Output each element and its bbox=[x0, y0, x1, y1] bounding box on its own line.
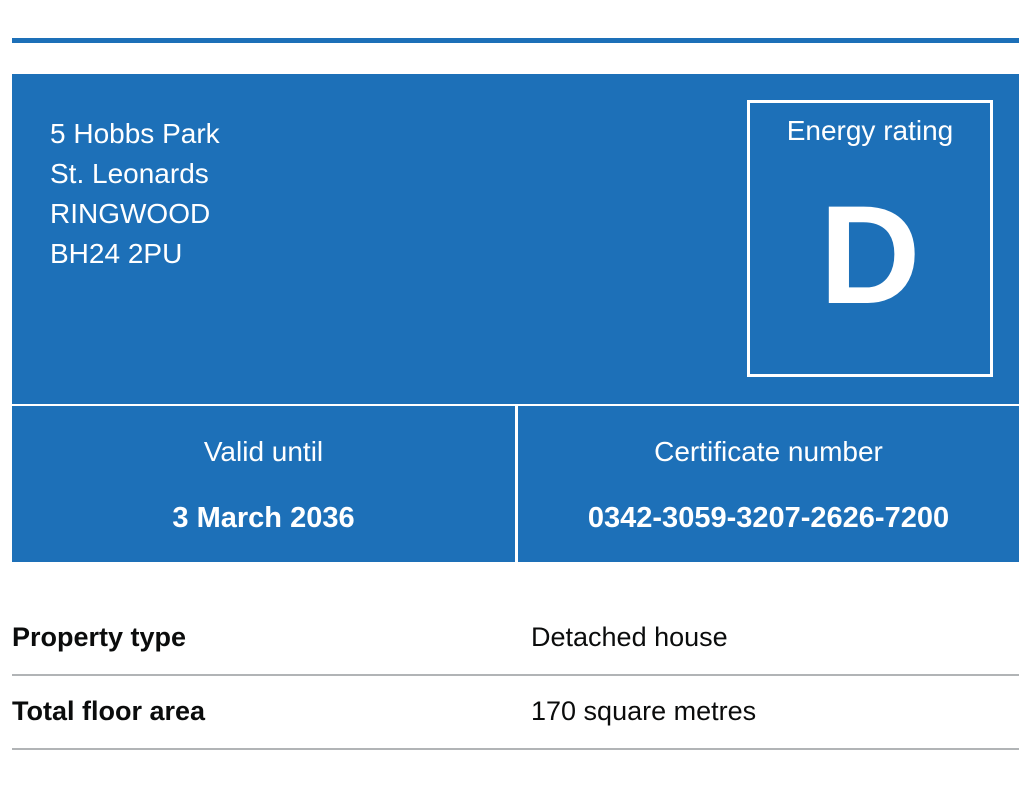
summary-row-property-type: Property type Detached house bbox=[12, 602, 1019, 676]
certificate-number-value: 0342-3059-3207-2626-7200 bbox=[587, 502, 950, 534]
certificate-number-label: Certificate number bbox=[654, 436, 883, 467]
energy-rating-box: Energy rating D bbox=[747, 100, 993, 377]
summary-row-floor-area: Total floor area 170 square metres bbox=[12, 676, 1019, 750]
address-town: RINGWOOD bbox=[50, 198, 211, 229]
energy-rating-label: Energy rating bbox=[786, 115, 954, 146]
valid-until-label: Valid until bbox=[203, 436, 324, 467]
certificate-number-panel: Certificate number 0342-3059-3207-2626-7… bbox=[518, 406, 1019, 562]
top-divider bbox=[12, 38, 1019, 43]
summary-key: Total floor area bbox=[12, 696, 206, 726]
address-postcode: BH24 2PU bbox=[50, 238, 183, 269]
valid-until-date: 3 March 2036 bbox=[172, 502, 355, 534]
property-address: 5 Hobbs Park St. Leonards RINGWOOD BH24 … bbox=[50, 114, 220, 274]
valid-until-panel: Valid until 3 March 2036 bbox=[12, 406, 515, 562]
address-line-2: St. Leonards bbox=[50, 158, 209, 189]
summary-value: 170 square metres bbox=[531, 696, 757, 726]
certificate-header: 5 Hobbs Park St. Leonards RINGWOOD BH24 … bbox=[12, 74, 1019, 404]
summary-key: Property type bbox=[12, 622, 187, 652]
property-summary-list: Property type Detached house Total floor… bbox=[12, 602, 1019, 750]
energy-rating-letter: D bbox=[819, 176, 921, 333]
summary-value: Detached house bbox=[531, 622, 728, 652]
certificate-details: Valid until 3 March 2036 Certificate num… bbox=[12, 406, 1019, 562]
address-line-1: 5 Hobbs Park bbox=[50, 118, 220, 149]
